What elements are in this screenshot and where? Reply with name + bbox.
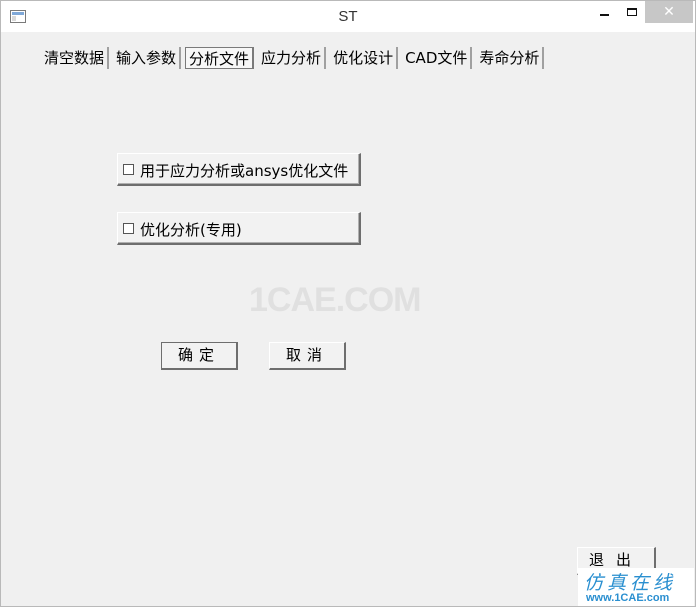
tab-cad-file[interactable]: CAD文件 xyxy=(402,47,473,69)
app-window: ST ✕ 清空数据 输入参数 分析文件 应力分析 优化设计 CAD文件 寿命分析… xyxy=(0,0,696,607)
tab-strip: 清空数据 输入参数 分析文件 应力分析 优化设计 CAD文件 寿命分析 xyxy=(41,47,548,71)
logo-text-cn: 仿真在线 xyxy=(584,572,677,594)
tab-stress-analysis[interactable]: 应力分析 xyxy=(258,47,327,69)
watermark: 1CAE.COM xyxy=(249,281,421,319)
minimize-button[interactable] xyxy=(589,1,619,23)
cancel-button[interactable]: 取消 xyxy=(269,342,346,370)
stress-file-checkbox[interactable]: 用于应力分析或ansys优化文件 xyxy=(117,153,361,186)
close-icon: ✕ xyxy=(663,4,675,20)
tab-analysis-file[interactable]: 分析文件 xyxy=(185,47,255,69)
logo-text-en: www.1CAE.com xyxy=(586,592,670,604)
close-button[interactable]: ✕ xyxy=(645,1,693,23)
site-logo: 仿真在线 www.1CAE.com xyxy=(578,568,694,606)
title-bar[interactable]: ST ✕ xyxy=(1,1,695,32)
tab-clear-data[interactable]: 清空数据 xyxy=(41,47,110,69)
ok-button[interactable]: 确定 xyxy=(161,342,238,370)
maximize-button[interactable] xyxy=(617,1,647,23)
checkbox-box[interactable] xyxy=(123,223,134,234)
checkbox-box[interactable] xyxy=(123,164,134,175)
tab-life-analysis[interactable]: 寿命分析 xyxy=(476,47,545,69)
optimize-analysis-label: 优化分析(专用) xyxy=(140,221,242,239)
tab-input-params[interactable]: 输入参数 xyxy=(113,47,182,69)
maximize-icon xyxy=(627,7,637,16)
tab-optimization-design[interactable]: 优化设计 xyxy=(330,47,399,69)
minimize-icon xyxy=(599,13,609,16)
optimize-analysis-checkbox[interactable]: 优化分析(专用) xyxy=(117,212,361,245)
stress-file-label: 用于应力分析或ansys优化文件 xyxy=(140,162,349,180)
